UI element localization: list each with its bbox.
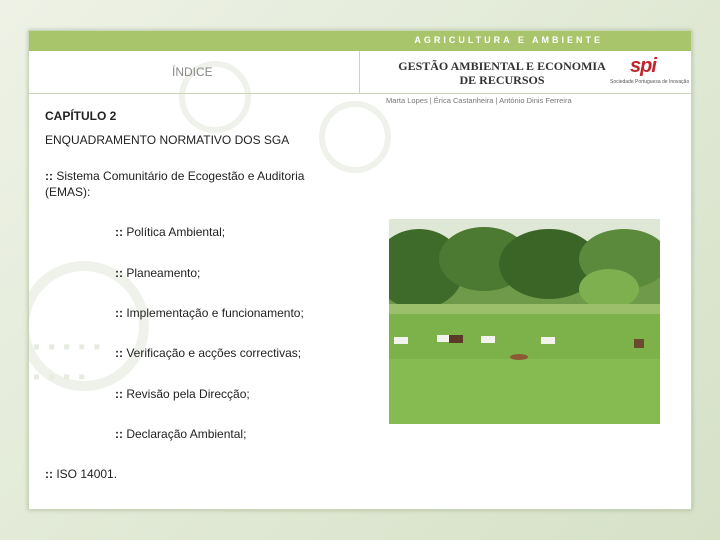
bullet: :: [115, 306, 123, 320]
logo-text: Sociedade Portuguesa de Inovação [610, 79, 690, 85]
sub-item: :: Planeamento; [115, 266, 200, 280]
bullet: :: [115, 266, 123, 280]
logo-mark: spi [630, 55, 657, 77]
chapter-title: CAPÍTULO 2 [45, 109, 117, 123]
bullet: :: [45, 467, 53, 481]
sub-item-label: Política Ambiental; [126, 225, 226, 239]
sub-item-label: Verificação e acções correctivas; [126, 346, 302, 360]
bullet: :: [115, 346, 123, 360]
index-label[interactable]: ÍNDICE [172, 65, 213, 79]
emas-line2: (EMAS): [45, 185, 91, 199]
book-header: GESTÃO AMBIENTAL E ECONOMIA DE RECURSOS … [360, 51, 691, 94]
decorative-dots: ▪▪▪▪▪ [33, 336, 109, 358]
decorative-circle [319, 101, 391, 173]
index-header[interactable]: ÍNDICE [29, 51, 360, 94]
slide: ▪▪▪▪▪ ▪▪▪▪ AGRICULTURA E AMBIENTE ÍNDICE… [28, 30, 692, 510]
pasture-horses-photo [389, 219, 660, 424]
sub-item-label: Planeamento; [126, 266, 201, 280]
sub-item: :: Implementação e funcionamento; [115, 306, 304, 320]
list-item-emas: :: Sistema Comunitário de Ecogestão e Au… [45, 168, 304, 200]
sub-item-label: Declaração Ambiental; [126, 427, 247, 441]
book-title-line2: DE RECURSOS [459, 73, 545, 87]
spi-logo: spi Sociedade Portuguesa de Inovação [610, 55, 690, 89]
bullet: :: [115, 225, 123, 239]
book-title: GESTÃO AMBIENTAL E ECONOMIA DE RECURSOS [382, 59, 622, 87]
top-bar: AGRICULTURA E AMBIENTE [29, 31, 691, 51]
bullet: :: [45, 169, 53, 183]
sub-item: :: Declaração Ambiental; [115, 427, 246, 441]
sub-item-label: Revisão pela Direcção; [126, 387, 250, 401]
sub-item-label: Implementação e funcionamento; [126, 306, 304, 320]
sub-item: :: Política Ambiental; [115, 225, 225, 239]
emas-line1: Sistema Comunitário de Ecogestão e Audit… [56, 169, 305, 183]
decorative-dots: ▪▪▪▪ [33, 366, 94, 388]
iso-label: ISO 14001. [56, 467, 118, 481]
book-title-line1: GESTÃO AMBIENTAL E ECONOMIA [398, 59, 606, 73]
bullet: :: [115, 387, 123, 401]
section-subtitle: ENQUADRAMENTO NORMATIVO DOS SGA [45, 133, 290, 147]
topbar-title: AGRICULTURA E AMBIENTE [414, 35, 603, 45]
sub-item: :: Verificação e acções correctivas; [115, 346, 301, 360]
sub-item: :: Revisão pela Direcção; [115, 387, 250, 401]
bullet: :: [115, 427, 123, 441]
authors: Marta Lopes | Érica Castanheira | Antóni… [386, 96, 572, 105]
list-item-iso: :: ISO 14001. [45, 466, 117, 482]
